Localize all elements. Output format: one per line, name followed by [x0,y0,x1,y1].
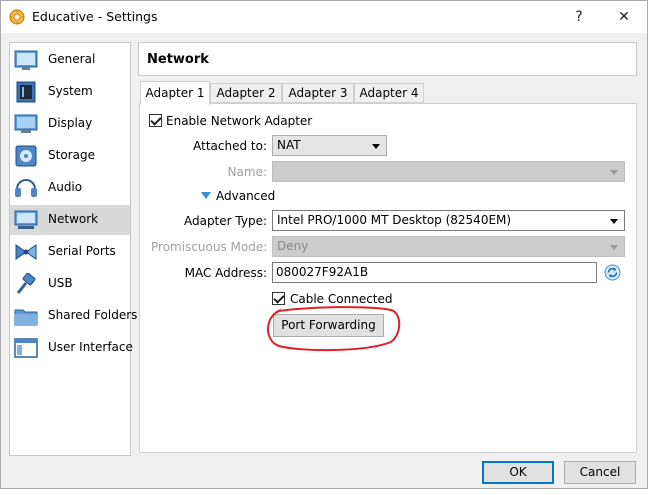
settings-sidebar: General System Display Storage Audio Net… [9,42,137,456]
title-bar: Educative - Settings ? ✕ [1,1,647,33]
audio-icon [15,179,37,197]
enable-adapter-checkbox[interactable] [149,114,162,127]
close-button[interactable]: ✕ [611,5,637,29]
attached-to-label: Attached to: [193,139,267,153]
mac-address-label: MAC Address: [184,266,267,280]
name-label: Name: [227,165,267,179]
general-icon [14,50,38,70]
sidebar-item-label: Audio [48,180,83,194]
adapter-type-value: Intel PRO/1000 MT Desktop (82540EM) [277,213,512,227]
virtualbox-app-icon [9,9,25,25]
sidebar-item-label: Storage [48,148,95,162]
attached-to-value: NAT [277,138,301,152]
sidebar-item-label: Serial Ports [48,244,116,258]
tab-adapter-4[interactable]: Adapter 4 [354,83,424,103]
promiscuous-mode-label: Promiscuous Mode: [151,240,268,254]
help-button[interactable]: ? [566,5,592,29]
sidebar-item-label: Shared Folders [48,308,138,322]
storage-icon [15,145,37,167]
sidebar-item-shared-folders[interactable]: Shared Folders [10,301,137,331]
promiscuous-mode-value: Deny [277,239,309,253]
sidebar-item-label: USB [48,276,73,290]
adapter-type-select[interactable]: Intel PRO/1000 MT Desktop (82540EM) [272,210,625,231]
sidebar-item-storage[interactable]: Storage [10,141,130,171]
cancel-button[interactable]: Cancel [564,461,636,484]
ok-button[interactable]: OK [482,461,554,484]
name-select[interactable] [272,161,625,182]
tab-adapter-2[interactable]: Adapter 2 [210,83,282,103]
user-interface-icon [14,338,38,358]
sidebar-item-system[interactable]: System [10,77,130,107]
network-icon [14,210,38,229]
page-title: Network [147,52,209,67]
window-title: Educative - Settings [32,9,158,24]
mac-address-field[interactable]: 080027F92A1B [272,262,597,283]
sidebar-item-user-interface[interactable]: User Interface [10,333,133,363]
settings-window: Educative - Settings ? ✕ General System [0,0,648,489]
sidebar-item-label: General [48,52,96,66]
sidebar-item-usb[interactable]: USB [10,269,130,299]
serial-ports-icon [15,244,37,260]
advanced-toggle[interactable]: Advanced [216,189,275,203]
chevron-down-icon [610,170,618,175]
sidebar-item-audio[interactable]: Audio [10,173,130,203]
system-icon [16,81,36,103]
sidebar-item-display[interactable]: Display [10,109,130,139]
chevron-down-icon [610,245,618,250]
red-highlight-annotation [267,306,401,352]
attached-to-select[interactable]: NAT [272,135,387,156]
usb-icon [16,273,36,294]
display-icon [14,114,38,133]
sidebar-item-label: Display [48,116,93,130]
promiscuous-mode-select[interactable]: Deny [272,236,625,257]
sidebar-item-label: Network [48,212,99,226]
sidebar-item-label: User Interface [48,340,133,354]
sidebar-item-label: System [48,84,93,98]
background-window-strip [0,489,648,495]
refresh-mac-icon[interactable] [604,264,621,281]
sidebar-item-serial-ports[interactable]: Serial Ports [10,237,130,267]
chevron-down-icon [372,144,380,149]
adapter-type-label: Adapter Type: [183,214,267,228]
enable-adapter-label: Enable Network Adapter [166,114,313,128]
section-header: Network [138,42,637,76]
expand-arrow-icon[interactable] [201,192,211,199]
tab-adapter-1[interactable]: Adapter 1 [140,81,210,105]
tab-adapter-3[interactable]: Adapter 3 [282,83,354,103]
sidebar-item-general[interactable]: General [10,45,130,75]
shared-folders-icon [14,309,38,326]
chevron-down-icon [610,219,618,224]
sidebar-item-network[interactable]: Network [10,205,130,235]
